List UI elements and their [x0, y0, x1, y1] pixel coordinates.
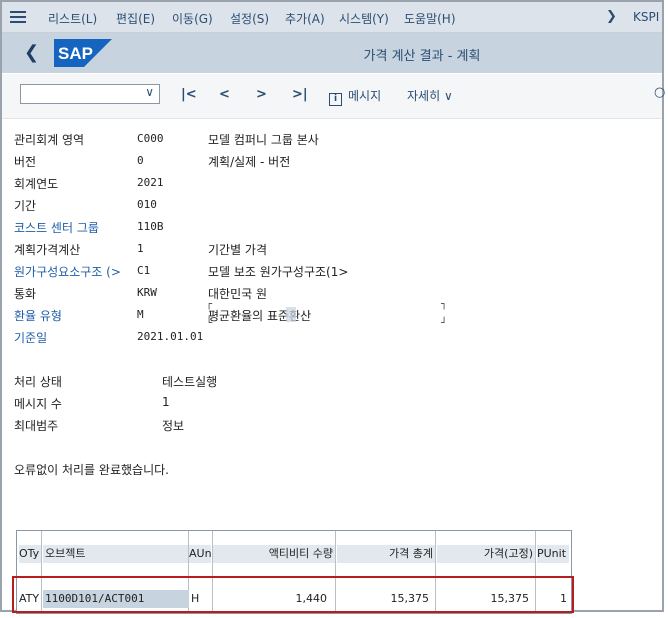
- column-header-fixed-price[interactable]: 가격(고정): [437, 545, 535, 563]
- param-value-fiscal-year: 2021: [137, 176, 164, 189]
- sap-logo: SAP: [54, 39, 112, 67]
- param-label-key-date[interactable]: 기준일: [14, 329, 47, 347]
- chevron-down-icon[interactable]: ∨: [145, 85, 154, 99]
- menu-extras[interactable]: 추가(A): [285, 10, 325, 27]
- status-label-max-category: 최대범주: [14, 419, 59, 433]
- param-label-co-area: 관리회계 영역: [14, 133, 85, 147]
- command-combo-box[interactable]: ∨: [20, 84, 160, 104]
- param-value-plan-price-calc: 1: [137, 242, 144, 255]
- bracket-bottom-left: └: [206, 318, 213, 329]
- param-desc-cost-component-structure: 모델 보조 원가구성구조(1>: [208, 265, 349, 279]
- completion-message: 오류없이 처리를 완료했습니다.: [14, 463, 169, 477]
- param-value-version: 0: [137, 154, 144, 167]
- menu-settings[interactable]: 설정(S): [230, 10, 269, 27]
- previous-page-icon[interactable]: <: [219, 87, 230, 102]
- column-header-punit[interactable]: PUnit: [537, 545, 569, 563]
- details-label: 자세히: [407, 89, 441, 103]
- param-value-key-date: 2021.01.01: [137, 330, 204, 343]
- menu-help[interactable]: 도움말(H): [404, 10, 456, 27]
- details-button[interactable]: 자세히 ∨: [407, 87, 453, 104]
- next-page-icon[interactable]: >: [256, 87, 267, 102]
- messages-label: 메시지: [348, 89, 382, 103]
- param-value-cost-component-structure: C1: [137, 264, 151, 277]
- param-desc-currency: 대한민국 원: [208, 287, 268, 301]
- bracket-top-right: ┐: [441, 299, 448, 310]
- column-header-object[interactable]: 오브젝트: [43, 545, 189, 563]
- status-value-max-category: 정보: [162, 419, 185, 433]
- param-label-cost-center-group[interactable]: 코스트 센터 그룹: [14, 219, 99, 237]
- highlight-annotation-box: [12, 576, 574, 613]
- menu-system[interactable]: 시스템(Y): [339, 10, 389, 27]
- param-label-exchange-rate-type[interactable]: 환율 유형: [14, 307, 62, 325]
- param-label-plan-price-calc: 계획가격계산: [14, 243, 81, 257]
- param-desc-plan-price-calc: 기간별 가격: [208, 243, 268, 257]
- param-value-exchange-rate-type: M: [137, 308, 144, 321]
- menu-edit[interactable]: 편집(E): [116, 10, 155, 27]
- status-label-processing: 처리 상태: [14, 375, 62, 389]
- toolbar: ∨ |< < > >| i 메시지 자세히 ∨ ○: [2, 74, 665, 119]
- column-header-total-price[interactable]: 가격 총계: [337, 545, 435, 563]
- page-title: 가격 계산 결과 - 계획: [363, 49, 481, 64]
- system-id: KSPI: [633, 10, 660, 24]
- param-label-period: 기간: [14, 199, 37, 213]
- search-icon[interactable]: ○: [654, 85, 665, 100]
- status-label-message-count: 메시지 수: [14, 397, 62, 411]
- bracket-top-left: ┌: [206, 299, 213, 310]
- status-value-message-count: 1: [162, 395, 170, 409]
- param-label-fiscal-year: 회계연도: [14, 177, 59, 191]
- column-header-aun[interactable]: AUn: [189, 545, 211, 563]
- param-desc-version: 계획/실제 - 버전: [208, 155, 291, 169]
- param-value-co-area: C000: [137, 132, 164, 145]
- menu-list[interactable]: 리스트(L): [48, 10, 97, 27]
- param-label-cost-component-structure[interactable]: 원가구성요소구조 (>: [14, 263, 121, 281]
- param-value-period: 010: [137, 198, 157, 211]
- menu-more-chevron-icon[interactable]: ❯: [606, 9, 617, 24]
- first-page-icon[interactable]: |<: [181, 87, 197, 102]
- param-value-currency: KRW: [137, 286, 157, 299]
- param-label-version: 버전: [14, 155, 37, 169]
- hamburger-menu-icon[interactable]: [10, 8, 26, 24]
- column-header-activity-qty[interactable]: 액티비티 수량: [213, 545, 335, 563]
- menu-bar: 리스트(L) 편집(E) 이동(G) 설정(S) 추가(A) 시스템(Y) 도움…: [2, 2, 662, 33]
- param-value-cost-center-group: 110B: [137, 220, 164, 233]
- param-label-currency: 통화: [14, 287, 37, 301]
- column-header-oty[interactable]: OTy: [19, 545, 41, 563]
- messages-button[interactable]: i 메시지: [329, 87, 381, 106]
- last-page-icon[interactable]: >|: [292, 87, 308, 102]
- info-icon: i: [329, 93, 342, 106]
- title-bar: ❮ SAP 가격 계산 결과 - 계획: [2, 33, 662, 73]
- status-value-processing: 테스트실행: [162, 375, 218, 389]
- svg-text:SAP: SAP: [58, 44, 93, 63]
- text-cursor-highlight: [286, 307, 296, 322]
- chevron-down-icon: ∨: [443, 89, 453, 103]
- bracket-bottom-right: ┘: [441, 318, 448, 329]
- menu-goto[interactable]: 이동(G): [172, 10, 213, 27]
- back-arrow-icon[interactable]: ❮: [24, 42, 39, 63]
- param-desc-co-area: 모델 컴퍼니 그룹 본사: [208, 133, 319, 147]
